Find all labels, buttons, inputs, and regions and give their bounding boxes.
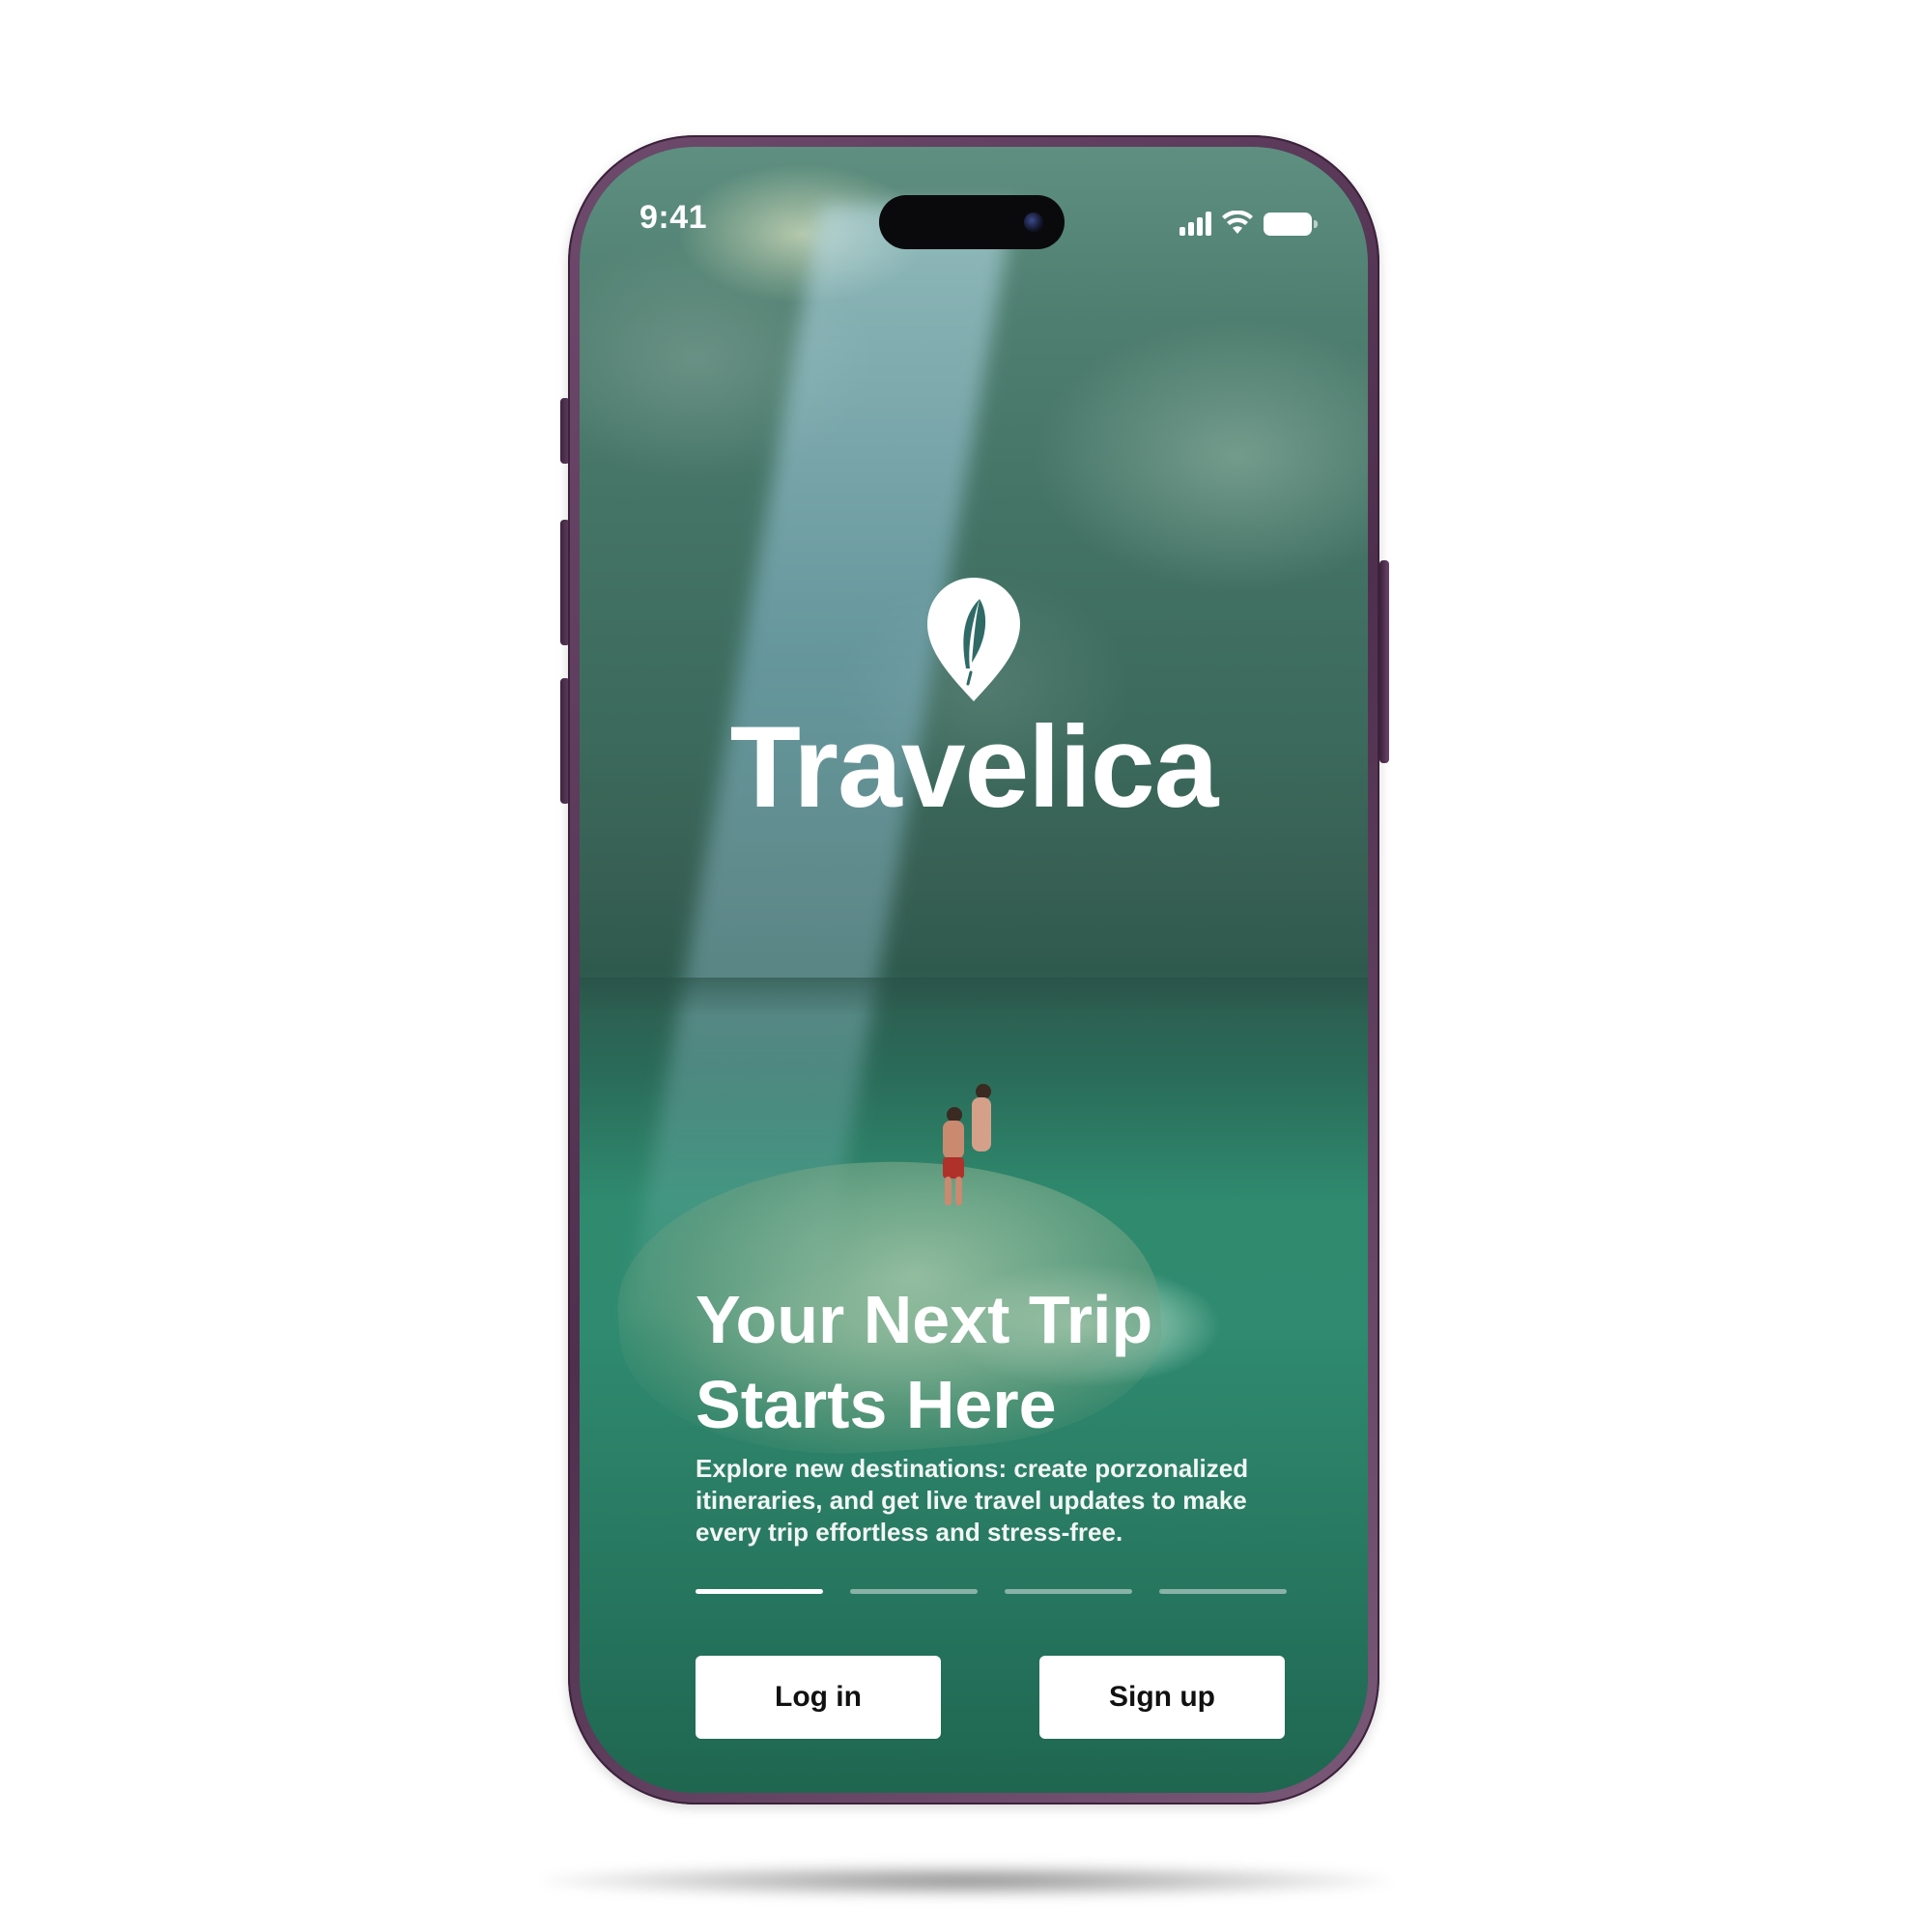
description-line: every trip effortless and stress-free. — [696, 1518, 1123, 1547]
page-indicator-dot[interactable] — [1159, 1589, 1287, 1594]
water-line — [580, 978, 1368, 1016]
mockup-stage: 9:41 Travelica Your Next Trip Starts Her… — [0, 0, 1932, 1932]
wifi-icon — [1222, 211, 1253, 234]
status-icons — [1179, 211, 1318, 236]
page-indicator — [696, 1589, 1287, 1594]
brand-name: Travelica — [729, 702, 1219, 832]
couple-figure — [937, 1084, 1005, 1209]
dynamic-island — [879, 195, 1065, 249]
headline-line: Your Next Trip — [696, 1282, 1153, 1357]
onboarding-description: Explore new destinations: create porzona… — [696, 1453, 1314, 1548]
floor-shadow — [541, 1864, 1391, 1897]
cellular-signal-icon — [1179, 211, 1211, 236]
power-button — [1379, 560, 1389, 763]
onboarding-headline: Your Next Trip Starts Here — [696, 1277, 1294, 1447]
page-indicator-dot[interactable] — [1005, 1589, 1132, 1594]
description-line: Explore new destinations: create porzona… — [696, 1454, 1249, 1483]
feather-pin-icon — [927, 578, 1020, 701]
page-indicator-dot[interactable] — [850, 1589, 978, 1594]
battery-icon — [1264, 213, 1318, 236]
phone-screen: 9:41 Travelica Your Next Trip Starts Her… — [580, 147, 1368, 1793]
login-button[interactable]: Log in — [696, 1656, 941, 1739]
page-indicator-dot[interactable] — [696, 1589, 823, 1594]
status-time: 9:41 — [639, 199, 708, 236]
signup-button[interactable]: Sign up — [1039, 1656, 1285, 1739]
front-camera-icon — [1024, 213, 1043, 232]
headline-line: Starts Here — [696, 1367, 1057, 1442]
description-line: itineraries, and get live travel updates… — [696, 1486, 1247, 1515]
